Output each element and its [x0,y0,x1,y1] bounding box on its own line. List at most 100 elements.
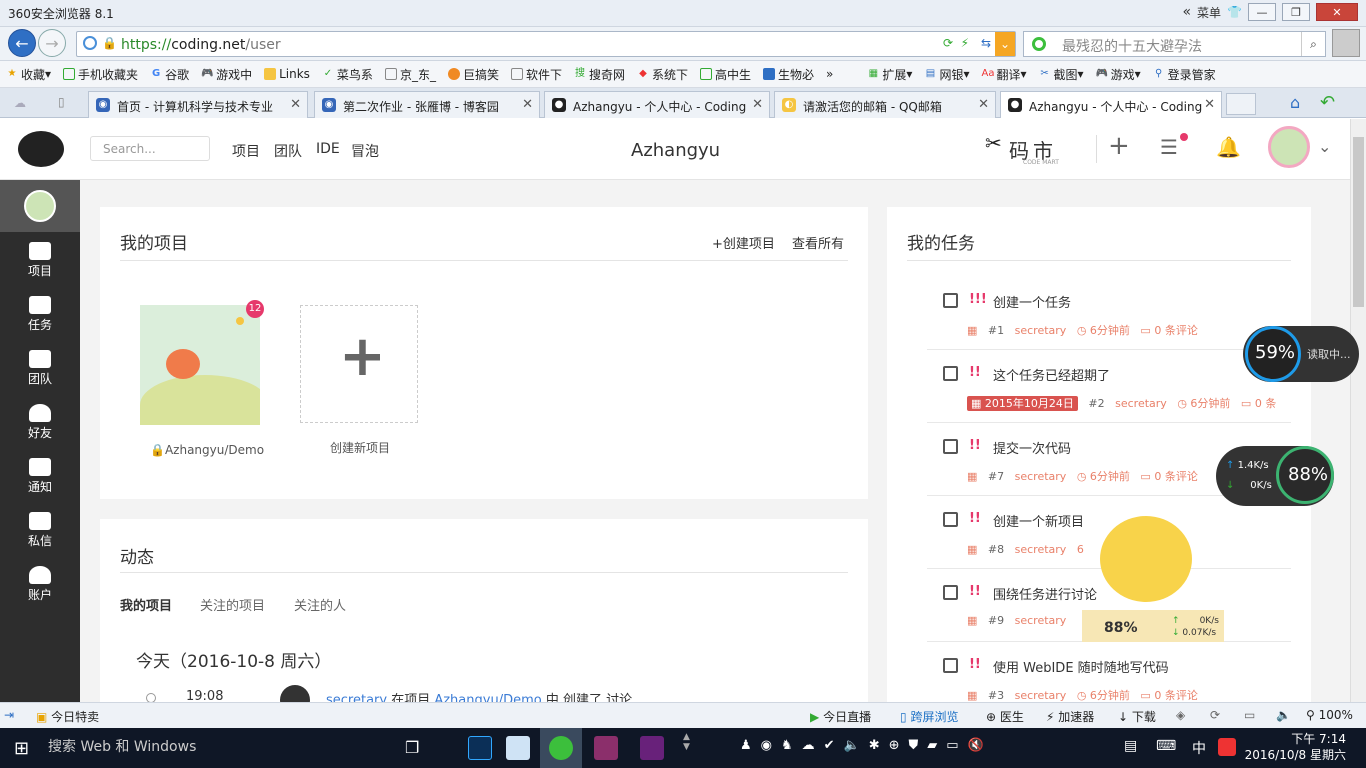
cross-screen-link[interactable]: ▯ 跨屏浏览 [900,708,958,725]
undo-icon[interactable]: ↶ [1320,92,1335,113]
tab-my-projects[interactable]: 我的项目 [120,595,172,614]
sidebar-item-messages[interactable]: 私信 [0,512,80,549]
cloud-icon[interactable]: ☁ [14,96,26,110]
search-engine-box[interactable]: 最残忍的十五大避孕法 ⌕ [1023,31,1326,57]
skin-icon[interactable]: 👕 [1227,5,1242,19]
zoom-control[interactable]: ⚲ 100% [1306,708,1353,722]
tab[interactable]: ◉ 第二次作业 - 张雁博 - 博客园 ✕ [314,91,540,118]
sidebar-item-tasks[interactable]: 任务 [0,296,80,333]
activity-user-link[interactable]: secretary [326,693,387,702]
site-search-input[interactable]: Search... [90,136,210,161]
page-scrollbar[interactable] [1350,119,1366,702]
loading-widget[interactable]: 59% 读取中... [1243,326,1359,382]
sidebar-item-notifications[interactable]: 通知 [0,458,80,495]
bookmark-item[interactable]: G 谷歌 [150,66,189,83]
back-icon[interactable]: ← [8,29,36,57]
bookmark-item[interactable]: 高中生 [700,66,751,83]
bookmark-item[interactable]: 🎮 游戏中 [201,66,252,83]
task-title[interactable]: 创建一个任务 [993,292,1071,311]
create-project-tile[interactable]: + [300,305,418,423]
task-row[interactable]: !! 这个任务已经超期了 ▦ 2015年10月24日 #2 secretary … [927,350,1291,423]
gamepad-icon[interactable]: ◈ [1176,708,1185,722]
url-bar[interactable]: 🔒 https://coding.net/user ⟳ ⚡ ⇆ ⌄ [76,31,1016,57]
task-row[interactable]: !!! 创建一个任务 ▦ #1 secretary ◷ 6分钟前 ▭ 0 条评论 [927,277,1291,350]
bookmark-item[interactable]: 手机收藏夹 [63,66,138,83]
window-icon[interactable]: ▭ [1244,708,1255,722]
tab[interactable]: ● Azhangyu - 个人中心 - Coding ✕ [544,91,770,118]
nav-teams[interactable]: 团队 [274,141,302,161]
menu-list-icon[interactable]: ☰ [1160,135,1178,159]
close-tab-icon[interactable]: ✕ [1204,97,1215,112]
tray-icons[interactable]: ♟◉♞☁✔🔈✱⊕⛊▰▭🔇 [740,738,993,753]
refresh-icon[interactable]: ⟳ [943,36,953,50]
extension-item[interactable]: Aa 翻译 ▾ [981,66,1026,83]
taskbar-search[interactable]: 搜索 Web 和 Windows [48,736,196,756]
visual-studio-icon[interactable] [640,736,664,760]
collapse-icon[interactable]: « [1182,4,1191,20]
codemart-link[interactable]: ✂ 码市 CODE MART [985,127,1077,169]
sogou-icon[interactable] [1218,738,1236,756]
user-avatar[interactable] [1268,126,1310,168]
project-name[interactable]: 🔒Azhangyu/Demo [150,443,264,457]
pufferfish-widget[interactable]: 88% ↑ 0K/s ↓ 0.07K/s [1082,508,1224,642]
keyboard-icon[interactable]: ⌨ [1156,738,1176,754]
close-tab-icon[interactable]: ✕ [978,97,989,112]
search-input[interactable]: 最残忍的十五大避孕法 [1062,36,1202,56]
task-view-icon[interactable]: ❐ [405,738,419,757]
close-tab-icon[interactable]: ✕ [290,97,301,112]
task-title[interactable]: 这个任务已经超期了 [993,365,1110,384]
task-title[interactable]: 使用 WebIDE 随时随地写代码 [993,657,1169,676]
home-icon[interactable]: ⌂ [1290,93,1300,112]
nav-ide[interactable]: IDE [316,141,340,157]
avatar[interactable] [24,190,56,222]
task-checkbox[interactable] [943,293,958,308]
nav-bubbles[interactable]: 冒泡 [351,141,379,161]
extension-item[interactable]: ▦ 扩展 ▾ [867,66,913,83]
speed-icon[interactable]: ⚡ [961,36,969,50]
ime-indicator[interactable]: 中 [1192,738,1206,758]
windows-start-icon[interactable]: ⊞ [14,738,29,759]
task-checkbox[interactable] [943,512,958,527]
browser-360-icon[interactable] [549,736,573,760]
restore-button[interactable]: ❐ [1282,3,1310,21]
sidebar-item-projects[interactable]: 项目 [0,242,80,279]
tab-followed-people[interactable]: 关注的人 [294,595,346,614]
minimize-button[interactable]: — [1248,3,1276,21]
live-link[interactable]: ▶ 今日直播 [810,708,871,725]
task-title[interactable]: 提交一次代码 [993,438,1071,457]
create-project-link[interactable]: +创建项目 [712,233,775,252]
bell-icon[interactable]: 🔔 [1216,135,1241,159]
scrollbar-thumb[interactable] [1353,137,1364,307]
refresh-icon[interactable]: ⟳ [1210,708,1220,722]
task-checkbox[interactable] [943,585,958,600]
sound-icon[interactable]: 🔈 [1276,708,1291,722]
doctor-link[interactable]: ⊕ 医生 [986,708,1024,725]
project-thumbnail[interactable] [140,305,260,425]
photoshop-icon[interactable] [468,736,492,760]
bookmark-item[interactable]: 京_东_ [384,66,436,83]
view-all-link[interactable]: 查看所有 [792,233,844,252]
compat-icon[interactable]: ⇆ [981,36,991,50]
bookmark-item[interactable]: 巨搞笑 [447,66,499,83]
close-tab-icon[interactable]: ✕ [522,97,533,112]
forward-icon[interactable]: → [38,29,66,57]
task-checkbox[interactable] [943,658,958,673]
daily-sale-link[interactable]: ▣ 今日特卖 [36,708,99,725]
task-checkbox[interactable] [943,366,958,381]
task-row[interactable]: !! 使用 WebIDE 随时随地写代码 ▦ #3 secretary ◷ 6分… [927,642,1291,702]
new-tab-button[interactable] [1226,93,1256,115]
download-link[interactable]: ↓ 下载 [1118,708,1156,725]
bookmark-item[interactable]: 软件下 [510,66,562,83]
bookmark-item[interactable]: 搜搜奇网 [574,66,625,83]
winrar-icon[interactable] [594,736,618,760]
task-checkbox[interactable] [943,439,958,454]
bookmark-item[interactable]: 生物必 [763,66,814,83]
bookmark-item[interactable]: ◆ 系统下 [637,66,688,83]
search-engine-icon[interactable] [1032,37,1046,51]
phone-icon[interactable]: ▯ [58,95,65,109]
accelerator-link[interactable]: ⚡ 加速器 [1046,708,1094,725]
extension-item[interactable]: ▤ 网银 ▾ [924,66,970,83]
tab[interactable]: ◐ 请激活您的邮箱 - QQ邮箱 ✕ [774,91,996,118]
network-widget[interactable]: ↑ 1.4K/s ↓ 0K/s 88% [1216,446,1334,506]
menu-button[interactable]: 菜单 [1197,4,1221,21]
